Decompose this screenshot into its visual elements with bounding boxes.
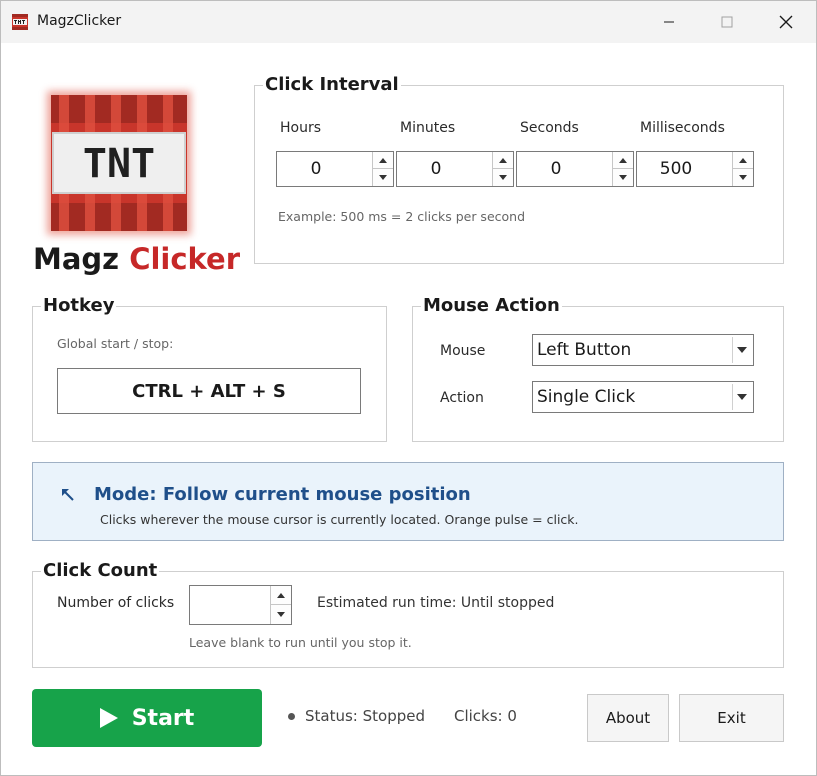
mode-panel: Mode: Follow current mouse position Clic… xyxy=(32,462,784,541)
main-content: TNT Magz Clicker Click Interval Hours Mi… xyxy=(1,43,816,775)
milliseconds-spinbox[interactable]: 500 xyxy=(636,151,754,187)
hours-decrement-button[interactable] xyxy=(373,169,393,186)
mouse-label: Mouse xyxy=(440,343,486,359)
triangle-down-icon xyxy=(277,612,285,617)
start-button-label: Start xyxy=(131,705,195,731)
status-text: Status: Stopped xyxy=(305,707,425,725)
minimize-icon xyxy=(664,21,674,23)
brand-part2: Clicker xyxy=(129,242,241,276)
start-button[interactable]: Start xyxy=(32,689,262,747)
click-interval-title: Click Interval xyxy=(263,74,401,96)
mouse-button-value: Left Button xyxy=(537,340,632,360)
cursor-arrow-icon xyxy=(62,489,74,501)
triangle-up-icon xyxy=(619,157,627,163)
minimize-button[interactable] xyxy=(640,1,698,43)
hours-spinbox[interactable]: 0 xyxy=(276,151,394,187)
clicks-decrement-button[interactable] xyxy=(271,605,291,624)
number-of-clicks-value[interactable] xyxy=(190,586,272,624)
hotkey-caption: Global start / stop: xyxy=(57,336,174,351)
seconds-increment-button[interactable] xyxy=(613,152,633,169)
seconds-label: Seconds xyxy=(520,120,579,136)
minutes-label: Minutes xyxy=(400,120,456,136)
mode-title: Mode: Follow current mouse position xyxy=(94,484,471,505)
seconds-spinbox[interactable]: 0 xyxy=(516,151,634,187)
click-count-group: Click Count xyxy=(32,560,784,668)
close-button[interactable] xyxy=(757,1,815,43)
number-of-clicks-spinbox[interactable] xyxy=(189,585,292,625)
click-action-value: Single Click xyxy=(537,387,636,407)
milliseconds-value[interactable]: 500 xyxy=(637,152,715,186)
minutes-decrement-button[interactable] xyxy=(493,169,513,186)
minutes-spinbox[interactable]: 0 xyxy=(396,151,514,187)
status-dot-icon xyxy=(288,713,295,720)
triangle-down-icon xyxy=(499,175,507,180)
seconds-decrement-button[interactable] xyxy=(613,169,633,186)
brand-part1: Magz xyxy=(33,242,120,276)
mouse-action-group: Mouse Action xyxy=(412,295,784,442)
chevron-down-icon[interactable] xyxy=(732,337,751,363)
clicks-counter: Clicks: 0 xyxy=(454,707,517,725)
exit-button[interactable]: Exit xyxy=(679,694,784,742)
hours-value[interactable]: 0 xyxy=(277,152,355,186)
triangle-up-icon xyxy=(739,157,747,163)
brand-name: Magz Clicker xyxy=(33,242,240,276)
minutes-increment-button[interactable] xyxy=(493,152,513,169)
tnt-logo: TNT xyxy=(37,81,201,245)
estimated-runtime-text: Estimated run time: Until stopped xyxy=(317,595,555,611)
hours-label: Hours xyxy=(280,120,322,136)
title-bar[interactable]: MagzClicker xyxy=(1,1,816,43)
about-button[interactable]: About xyxy=(587,694,669,742)
hotkey-field[interactable]: CTRL + ALT + S xyxy=(57,368,361,414)
tnt-app-icon xyxy=(12,14,28,30)
maximize-button[interactable] xyxy=(698,1,756,43)
milliseconds-decrement-button[interactable] xyxy=(733,169,753,186)
app-window: Magz Clicker TNT Magz Clicker Click Inter… xyxy=(0,0,817,776)
action-label: Action xyxy=(440,390,484,406)
tnt-block-icon: TNT xyxy=(47,91,191,235)
click-count-hint: Leave blank to run until you stop it. xyxy=(189,635,412,650)
minutes-value[interactable]: 0 xyxy=(397,152,475,186)
logo-text: TNT xyxy=(83,141,155,187)
number-of-clicks-label: Number of clicks xyxy=(57,595,175,611)
maximize-icon xyxy=(721,16,733,28)
triangle-up-icon xyxy=(277,592,285,598)
mouse-button-select[interactable]: Left Button xyxy=(532,334,754,366)
triangle-up-icon xyxy=(379,157,387,163)
close-icon xyxy=(779,15,793,29)
hotkey-title: Hotkey xyxy=(41,295,117,317)
mouse-action-title: Mouse Action xyxy=(421,295,562,317)
milliseconds-label: Milliseconds xyxy=(640,120,725,136)
mode-description: Clicks wherever the mouse cursor is curr… xyxy=(100,512,579,527)
milliseconds-increment-button[interactable] xyxy=(733,152,753,169)
seconds-value[interactable]: 0 xyxy=(517,152,595,186)
clicks-increment-button[interactable] xyxy=(271,586,291,605)
triangle-down-icon xyxy=(739,175,747,180)
window-title: MagzClicker xyxy=(37,13,122,29)
triangle-down-icon xyxy=(379,175,387,180)
click-count-title: Click Count xyxy=(41,560,160,582)
play-icon xyxy=(99,708,118,728)
triangle-up-icon xyxy=(499,157,507,163)
triangle-down-icon xyxy=(619,175,627,180)
chevron-down-icon[interactable] xyxy=(732,384,751,410)
hours-increment-button[interactable] xyxy=(373,152,393,169)
click-action-select[interactable]: Single Click xyxy=(532,381,754,413)
interval-example-text: Example: 500 ms = 2 clicks per second xyxy=(278,209,526,224)
